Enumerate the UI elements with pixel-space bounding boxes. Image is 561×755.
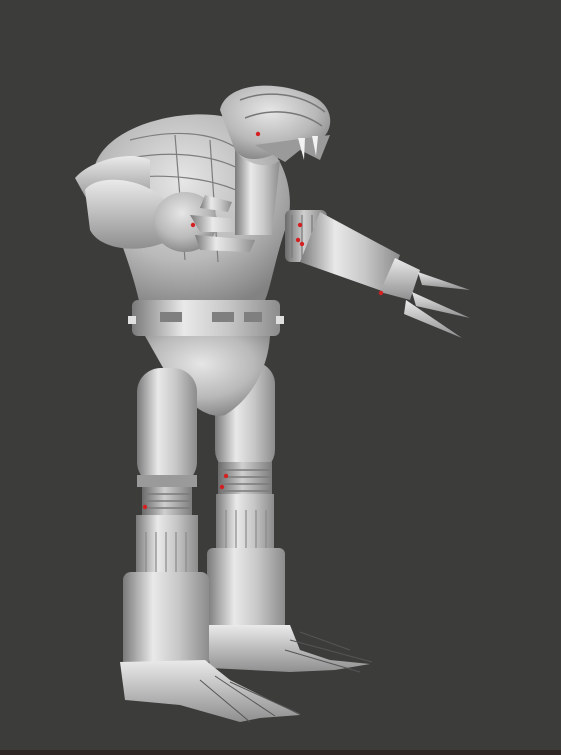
robot-cobra-model[interactable] (0, 0, 561, 755)
right-arm (285, 210, 470, 338)
viewport-bottom-border (0, 750, 561, 755)
3d-viewport[interactable] (0, 0, 561, 755)
